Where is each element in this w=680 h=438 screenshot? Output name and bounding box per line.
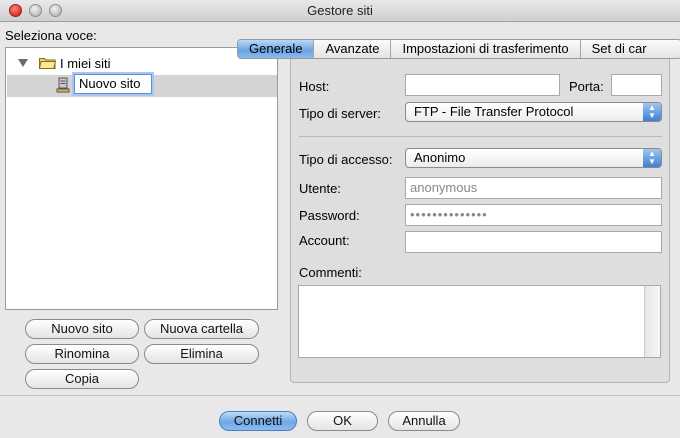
tab-advanced[interactable]: Avanzate: [314, 40, 392, 58]
comments-textarea[interactable]: [298, 285, 661, 358]
tab-bar: Generale Avanzate Impostazioni di trasfe…: [237, 39, 680, 59]
divider: [299, 136, 662, 137]
site-tree[interactable]: I miei siti Nuovo sito: [5, 47, 278, 310]
updown-arrows-icon: ▲ ▼: [643, 149, 661, 167]
delete-button[interactable]: Elimina: [144, 344, 259, 364]
folder-icon: [39, 58, 56, 69]
host-label: Host:: [299, 79, 330, 94]
new-folder-button[interactable]: Nuova cartella: [144, 319, 259, 339]
tree-item-rename-input[interactable]: Nuovo sito: [74, 74, 152, 94]
tab-general[interactable]: Generale: [238, 40, 315, 58]
rename-button[interactable]: Rinomina: [25, 344, 139, 364]
tree-item-root[interactable]: I miei siti: [18, 55, 111, 71]
host-input[interactable]: [405, 74, 560, 96]
account-input[interactable]: [405, 231, 662, 253]
server-type-select[interactable]: FTP - File Transfer Protocol ▲ ▼: [405, 102, 662, 122]
updown-arrows-icon: ▲ ▼: [643, 103, 661, 121]
connect-button[interactable]: Connetti: [219, 411, 297, 431]
comments-label: Commenti:: [299, 265, 362, 280]
password-input[interactable]: ••••••••••••••: [405, 204, 662, 226]
cancel-button[interactable]: Annulla: [388, 411, 460, 431]
tab-charset[interactable]: Set di car: [581, 40, 658, 58]
access-type-select[interactable]: Anonimo ▲ ▼: [405, 148, 662, 168]
password-label: Password:: [299, 208, 360, 223]
window-title: Gestore siti: [307, 3, 373, 18]
new-site-button[interactable]: Nuovo sito: [25, 319, 139, 339]
port-label: Porta:: [569, 79, 604, 94]
server-type-value: FTP - File Transfer Protocol: [414, 104, 574, 119]
title-bar: Gestore siti: [0, 0, 680, 22]
account-label: Account:: [299, 233, 350, 248]
copy-button[interactable]: Copia: [25, 369, 139, 389]
server-icon: [56, 77, 70, 93]
tree-item-root-label: I miei siti: [60, 55, 111, 71]
ok-button[interactable]: OK: [307, 411, 378, 431]
access-type-label: Tipo di accesso:: [299, 152, 393, 167]
tab-transfer-settings[interactable]: Impostazioni di trasferimento: [391, 40, 581, 58]
user-input[interactable]: anonymous: [405, 177, 662, 199]
user-label: Utente:: [299, 181, 341, 196]
access-type-value: Anonimo: [414, 150, 466, 165]
comments-scrollbar[interactable]: [644, 286, 660, 357]
disclosure-triangle-icon[interactable]: [18, 59, 28, 67]
port-input[interactable]: [611, 74, 662, 96]
footer-divider: [0, 395, 680, 396]
server-type-label: Tipo di server:: [299, 106, 381, 121]
select-entry-label: Seleziona voce:: [5, 28, 97, 43]
